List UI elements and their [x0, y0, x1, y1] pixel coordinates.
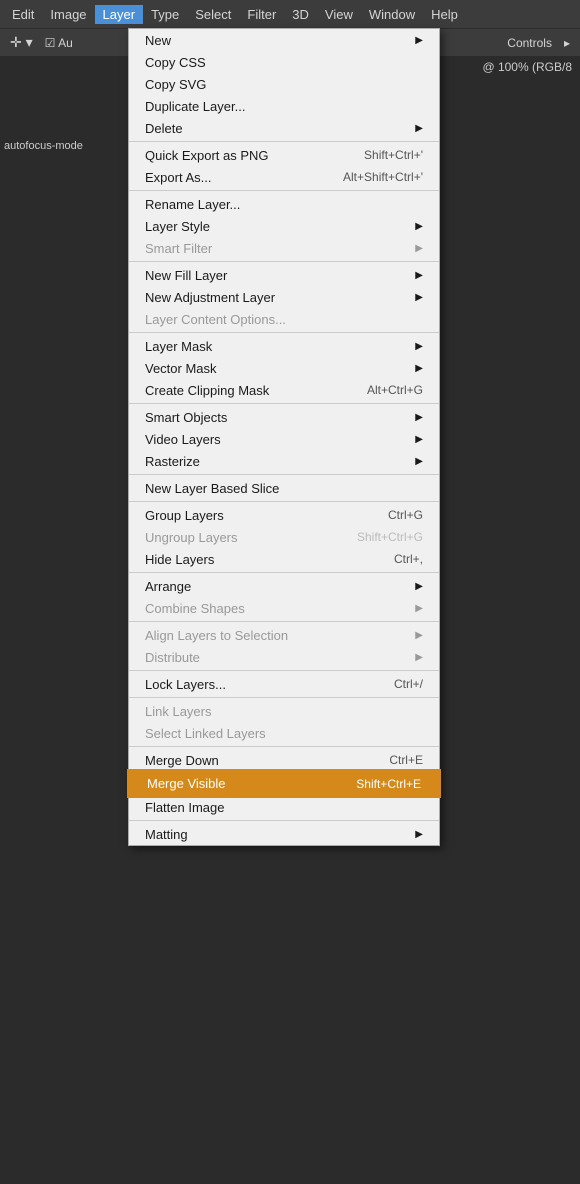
submenu-arrow-layer-mask: ▶: [415, 341, 423, 352]
menu-item-align-layers[interactable]: Align Layers to Selection ▶: [129, 624, 439, 646]
separator-13: [129, 820, 439, 821]
menu-item-quick-export[interactable]: Quick Export as PNG Shift+Ctrl+': [129, 144, 439, 166]
left-panel-text: autofocus-mode: [4, 140, 83, 152]
submenu-arrow-delete: ▶: [415, 123, 423, 134]
submenu-arrow-align: ▶: [415, 630, 423, 641]
submenu-arrow-smart-filter: ▶: [415, 243, 423, 254]
menu-item-copy-svg[interactable]: Copy SVG: [129, 73, 439, 95]
separator-3: [129, 261, 439, 262]
controls-label: Controls: [501, 34, 558, 52]
autofocus-checkbox[interactable]: ☑ Au: [39, 34, 79, 52]
separator-9: [129, 621, 439, 622]
menu-item-matting[interactable]: Matting ▶: [129, 823, 439, 845]
layer-menu-dropdown: New ▶ Copy CSS Copy SVG Duplicate Layer.…: [128, 28, 440, 846]
menubar-item-help[interactable]: Help: [423, 5, 466, 24]
menu-item-distribute[interactable]: Distribute ▶: [129, 646, 439, 668]
menubar-item-edit[interactable]: Edit: [4, 5, 42, 24]
toolbar-right-arrow[interactable]: ▸: [558, 34, 576, 52]
separator-10: [129, 670, 439, 671]
menu-item-new[interactable]: New ▶: [129, 29, 439, 51]
separator-7: [129, 501, 439, 502]
menu-item-flatten-image[interactable]: Flatten Image: [129, 796, 439, 818]
separator-2: [129, 190, 439, 191]
menu-item-export-as[interactable]: Export As... Alt+Shift+Ctrl+': [129, 166, 439, 188]
menu-item-layer-content-options[interactable]: Layer Content Options...: [129, 308, 439, 330]
menu-item-select-linked-layers[interactable]: Select Linked Layers: [129, 722, 439, 744]
separator-11: [129, 697, 439, 698]
menu-item-lock-layers[interactable]: Lock Layers... Ctrl+/: [129, 673, 439, 695]
menu-item-delete[interactable]: Delete ▶: [129, 117, 439, 139]
menu-item-ungroup-layers[interactable]: Ungroup Layers Shift+Ctrl+G: [129, 526, 439, 548]
separator-1: [129, 141, 439, 142]
separator-5: [129, 403, 439, 404]
zoom-label: @ 100% (RGB/8: [482, 60, 572, 74]
menu-item-rename-layer[interactable]: Rename Layer...: [129, 193, 439, 215]
submenu-arrow-adjustment: ▶: [415, 292, 423, 303]
separator-4: [129, 332, 439, 333]
menubar-item-3d[interactable]: 3D: [284, 5, 317, 24]
submenu-arrow-smart-objects: ▶: [415, 412, 423, 423]
menu-item-combine-shapes[interactable]: Combine Shapes ▶: [129, 597, 439, 619]
submenu-arrow-video-layers: ▶: [415, 434, 423, 445]
separator-8: [129, 572, 439, 573]
menu-item-link-layers[interactable]: Link Layers: [129, 700, 439, 722]
menu-item-smart-filter[interactable]: Smart Filter ▶: [129, 237, 439, 259]
menu-item-rasterize[interactable]: Rasterize ▶: [129, 450, 439, 472]
menubar-item-type[interactable]: Type: [143, 5, 187, 24]
submenu-arrow-vector-mask: ▶: [415, 363, 423, 374]
menu-item-create-clipping-mask[interactable]: Create Clipping Mask Alt+Ctrl+G: [129, 379, 439, 401]
submenu-arrow-matting: ▶: [415, 829, 423, 840]
menu-item-new-adjustment-layer[interactable]: New Adjustment Layer ▶: [129, 286, 439, 308]
menubar-item-filter[interactable]: Filter: [239, 5, 284, 24]
menubar-item-layer[interactable]: Layer: [95, 5, 144, 24]
separator-12: [129, 746, 439, 747]
menubar-item-view[interactable]: View: [317, 5, 361, 24]
menu-item-hide-layers[interactable]: Hide Layers Ctrl+,: [129, 548, 439, 570]
submenu-arrow-new: ▶: [415, 35, 423, 46]
menu-item-layer-mask[interactable]: Layer Mask ▶: [129, 335, 439, 357]
menu-item-new-layer-based-slice[interactable]: New Layer Based Slice: [129, 477, 439, 499]
move-tool-icon[interactable]: ✛ ▾: [4, 32, 39, 53]
menu-item-smart-objects[interactable]: Smart Objects ▶: [129, 406, 439, 428]
menu-item-copy-css[interactable]: Copy CSS: [129, 51, 439, 73]
menu-item-arrange[interactable]: Arrange ▶: [129, 575, 439, 597]
submenu-arrow-combine-shapes: ▶: [415, 603, 423, 614]
menu-item-layer-style[interactable]: Layer Style ▶: [129, 215, 439, 237]
separator-6: [129, 474, 439, 475]
submenu-arrow-layer-style: ▶: [415, 221, 423, 232]
menubar: Edit Image Layer Type Select Filter 3D V…: [0, 0, 580, 28]
submenu-arrow-distribute: ▶: [415, 652, 423, 663]
menu-item-merge-visible[interactable]: Merge Visible Shift+Ctrl+E: [129, 771, 439, 796]
menubar-item-select[interactable]: Select: [187, 5, 239, 24]
menubar-item-window[interactable]: Window: [361, 5, 423, 24]
menubar-item-image[interactable]: Image: [42, 5, 94, 24]
menu-item-new-fill-layer[interactable]: New Fill Layer ▶: [129, 264, 439, 286]
menu-item-merge-down[interactable]: Merge Down Ctrl+E: [129, 749, 439, 771]
menu-item-video-layers[interactable]: Video Layers ▶: [129, 428, 439, 450]
submenu-arrow-fill: ▶: [415, 270, 423, 281]
menu-item-duplicate-layer[interactable]: Duplicate Layer...: [129, 95, 439, 117]
submenu-arrow-rasterize: ▶: [415, 456, 423, 467]
submenu-arrow-arrange: ▶: [415, 581, 423, 592]
menu-item-group-layers[interactable]: Group Layers Ctrl+G: [129, 504, 439, 526]
menu-item-vector-mask[interactable]: Vector Mask ▶: [129, 357, 439, 379]
